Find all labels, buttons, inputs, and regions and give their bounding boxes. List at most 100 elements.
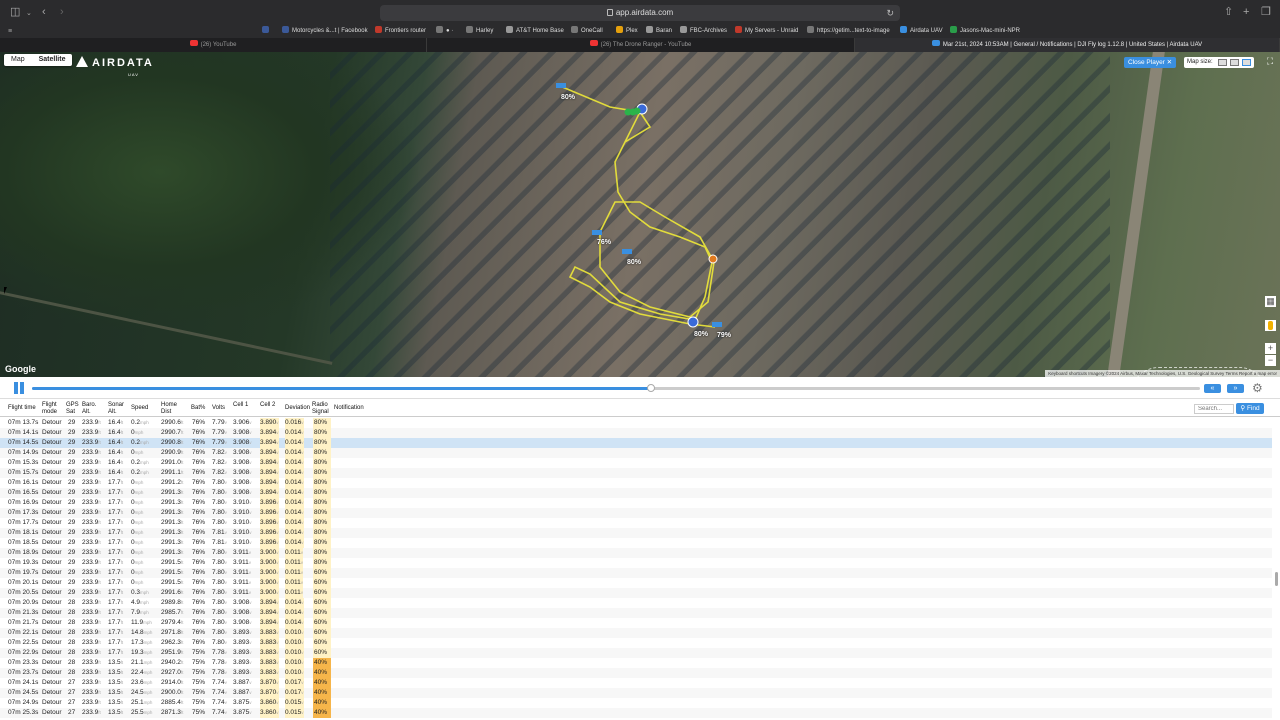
table-cell: 0.014v — [285, 538, 304, 548]
column-header-gps-sat[interactable]: GPS Sat — [66, 402, 80, 415]
table-row[interactable]: 07m 15.3s Detour 29 233.9ft 16.4ft 0.2mph 2991… — [0, 458, 1272, 468]
browser-tab-0[interactable]: (26) YouTube — [0, 38, 427, 52]
column-header-flight-time[interactable]: Flight time — [8, 405, 42, 412]
pause-button[interactable] — [13, 382, 26, 394]
gear-icon[interactable]: ⚙ — [1252, 381, 1263, 395]
bookmark-4[interactable]: Harley — [466, 25, 493, 38]
table-row[interactable]: 07m 18.9s Detour 29 233.9ft 17.7ft 0mph 2991.3… — [0, 548, 1272, 558]
table-row[interactable]: 07m 14.5s Detour 29 233.9ft 16.4ft 0.2mph 2990… — [0, 438, 1272, 448]
column-header-notification[interactable]: Notification — [334, 405, 384, 412]
column-header-baro-alt-[interactable]: Baro. Alt. — [82, 402, 106, 415]
table-row[interactable]: 07m 15.7s Detour 29 233.9ft 16.4ft 0.2mph 2991… — [0, 468, 1272, 478]
column-header-deviation[interactable]: Deviation — [285, 405, 310, 412]
playback-handle[interactable] — [647, 384, 656, 392]
map-attribution[interactable]: Keyboard shortcuts Imagery ©2024 Airbus,… — [1045, 370, 1280, 377]
column-header-cell-1[interactable]: Cell 1 — [233, 402, 255, 409]
table-row[interactable]: 07m 25.3s Detour 27 233.9ft 13.5ft 25.5mph 287… — [0, 708, 1272, 718]
zoom-out-button[interactable]: − — [1265, 355, 1276, 366]
bookmark-0[interactable] — [262, 25, 272, 38]
bookmark-9[interactable]: FBC-Archives — [680, 25, 727, 38]
table-row[interactable]: 07m 13.7s Detour 29 233.9ft 16.4ft 0.2mph 2990… — [0, 418, 1272, 428]
back-icon[interactable]: ‹ — [42, 5, 46, 19]
column-header-speed[interactable]: Speed — [131, 405, 157, 412]
playback-slider[interactable] — [32, 384, 1200, 392]
bookmark-10[interactable]: My Servers - Unraid — [735, 25, 798, 38]
playback-progress — [32, 387, 652, 390]
column-header-cell-2[interactable]: Cell 2 — [260, 402, 282, 409]
column-header-volts[interactable]: Volts — [212, 405, 230, 412]
satellite-map[interactable] — [0, 52, 1280, 377]
step-back-button[interactable]: « — [1204, 384, 1221, 393]
browser-tab-1[interactable]: (26) The Drone Ranger - YouTube — [427, 38, 855, 52]
event-marker[interactable] — [708, 254, 718, 264]
bookmark-icon — [262, 26, 269, 33]
new-tab-icon[interactable]: + — [1243, 5, 1249, 19]
close-icon[interactable]: ✕ — [1167, 59, 1172, 66]
table-row[interactable]: 07m 23.7s Detour 28 233.9ft 13.5ft 22.4mph 292… — [0, 668, 1272, 678]
map-size-small-button[interactable] — [1218, 59, 1227, 66]
share-icon[interactable]: ⇧ — [1224, 5, 1233, 19]
table-row[interactable]: 07m 16.1s Detour 29 233.9ft 17.7ft 0mph 2991.2… — [0, 478, 1272, 488]
column-header-flight-mode[interactable]: Flight mode — [42, 402, 64, 415]
bookmark-1[interactable]: Motorcycles &...t | Facebook — [282, 25, 368, 38]
table-row[interactable]: 07m 18.5s Detour 29 233.9ft 17.7ft 0mph 2991.3… — [0, 538, 1272, 548]
menu-icon[interactable]: ≡ — [8, 25, 12, 38]
table-row[interactable]: 07m 16.9s Detour 29 233.9ft 17.7ft 0mph 2991.3… — [0, 498, 1272, 508]
forward-icon[interactable]: › — [60, 5, 64, 19]
table-row[interactable]: 07m 22.5s Detour 28 233.9ft 17.7ft 17.3mph 296… — [0, 638, 1272, 648]
scrollbar[interactable] — [1275, 572, 1278, 586]
table-row[interactable]: 07m 24.9s Detour 27 233.9ft 13.5ft 25.1mph 288… — [0, 698, 1272, 708]
table-row[interactable]: 07m 14.1s Detour 29 233.9ft 16.4ft 0mph 2990.7… — [0, 428, 1272, 438]
column-header-bat-[interactable]: Bat% — [191, 405, 209, 412]
table-row[interactable]: 07m 19.3s Detour 29 233.9ft 17.7ft 0mph 2991.5… — [0, 558, 1272, 568]
find-button[interactable]: ⚲ Find — [1236, 403, 1264, 414]
bookmark-11[interactable]: https://getim...text-to-image — [807, 25, 890, 38]
reload-icon[interactable]: ↻ — [886, 5, 894, 21]
table-row[interactable]: 07m 22.9s Detour 28 233.9ft 17.7ft 19.3mph 295… — [0, 648, 1272, 658]
street-view-icon[interactable] — [1265, 320, 1276, 331]
table-row[interactable]: 07m 22.1s Detour 28 233.9ft 17.7ft 14.8mph 297… — [0, 628, 1272, 638]
table-row[interactable]: 07m 24.5s Detour 27 233.9ft 13.5ft 24.5mph 290… — [0, 688, 1272, 698]
table-row[interactable]: 07m 20.5s Detour 29 233.9ft 17.7ft 0.3mph 2991… — [0, 588, 1272, 598]
tab-overview-icon[interactable]: ❐ — [1261, 5, 1271, 19]
search-input[interactable] — [1194, 404, 1234, 414]
table-row[interactable]: 07m 16.5s Detour 29 233.9ft 17.7ft 0mph 2991.3… — [0, 488, 1272, 498]
bookmark-5[interactable]: AT&T Home Base — [506, 25, 564, 38]
table-row[interactable]: 07m 21.7s Detour 28 233.9ft 17.7ft 11.9mph 297… — [0, 618, 1272, 628]
table-row[interactable]: 07m 21.3s Detour 28 233.9ft 17.7ft 7.9mph 2985… — [0, 608, 1272, 618]
table-row[interactable]: 07m 14.9s Detour 29 233.9ft 16.4ft 0mph 2990.9… — [0, 448, 1272, 458]
satellite-button[interactable]: Satellite — [32, 54, 73, 66]
bookmark-2[interactable]: Frontiers router — [375, 25, 426, 38]
table-row[interactable]: 07m 20.1s Detour 29 233.9ft 17.7ft 0mph 2991.5… — [0, 578, 1272, 588]
table-row[interactable]: 07m 17.7s Detour 29 233.9ft 17.7ft 0mph 2991.3… — [0, 518, 1272, 528]
address-bar[interactable]: app.airdata.com ↻ — [380, 5, 900, 21]
sidebar-toggle-icon[interactable]: ◫ — [10, 5, 20, 19]
table-row[interactable]: 07m 19.7s Detour 29 233.9ft 17.7ft 0mph 2991.5… — [0, 568, 1272, 578]
bookmark-6[interactable]: OneCall — [571, 25, 603, 38]
map-size-large-button[interactable] — [1242, 59, 1251, 66]
fullscreen-icon[interactable]: ⛶ — [1264, 56, 1276, 68]
column-header-home-dist[interactable]: Home Dist — [161, 402, 183, 415]
home-marker[interactable] — [687, 316, 699, 328]
step-forward-button[interactable]: » — [1227, 384, 1244, 393]
map-size-medium-button[interactable] — [1230, 59, 1239, 66]
table-row[interactable]: 07m 20.9s Detour 28 233.9ft 17.7ft 4.9mph 2989… — [0, 598, 1272, 608]
table-row[interactable]: 07m 23.3s Detour 28 233.9ft 13.5ft 21.1mph 294… — [0, 658, 1272, 668]
bookmark-3[interactable]: ● · — [436, 25, 453, 38]
table-row[interactable]: 07m 17.3s Detour 29 233.9ft 17.7ft 0mph 2991.3… — [0, 508, 1272, 518]
map-button[interactable]: Map — [4, 54, 32, 66]
table-row[interactable]: 07m 18.1s Detour 29 233.9ft 17.7ft 0mph 2991.3… — [0, 528, 1272, 538]
chevron-down-icon[interactable]: ⌄ — [26, 7, 32, 21]
column-header-sonar-alt-[interactable]: Sonar Alt. — [108, 402, 128, 415]
bookmark-12[interactable]: Airdata UAV — [900, 25, 943, 38]
bookmark-8[interactable]: Baran — [646, 25, 672, 38]
bookmark-7[interactable]: Plex — [616, 25, 638, 38]
zoom-in-button[interactable]: + — [1265, 343, 1276, 354]
table-row[interactable]: 07m 24.1s Detour 27 233.9ft 13.5ft 23.6mph 291… — [0, 678, 1272, 688]
close-player-button[interactable]: Close Player ✕ — [1124, 57, 1176, 68]
browser-tab-2[interactable]: Mar 21st, 2024 10:53AM | General / Notif… — [855, 38, 1280, 52]
layers-icon[interactable]: ▦ — [1265, 296, 1276, 307]
column-header-radio-signal[interactable]: Radio Signal — [312, 402, 330, 415]
bookmark-13[interactable]: Jasons-Mac-mini-NPR — [950, 25, 1020, 38]
map-type-toggle[interactable]: Map Satellite — [4, 54, 73, 66]
